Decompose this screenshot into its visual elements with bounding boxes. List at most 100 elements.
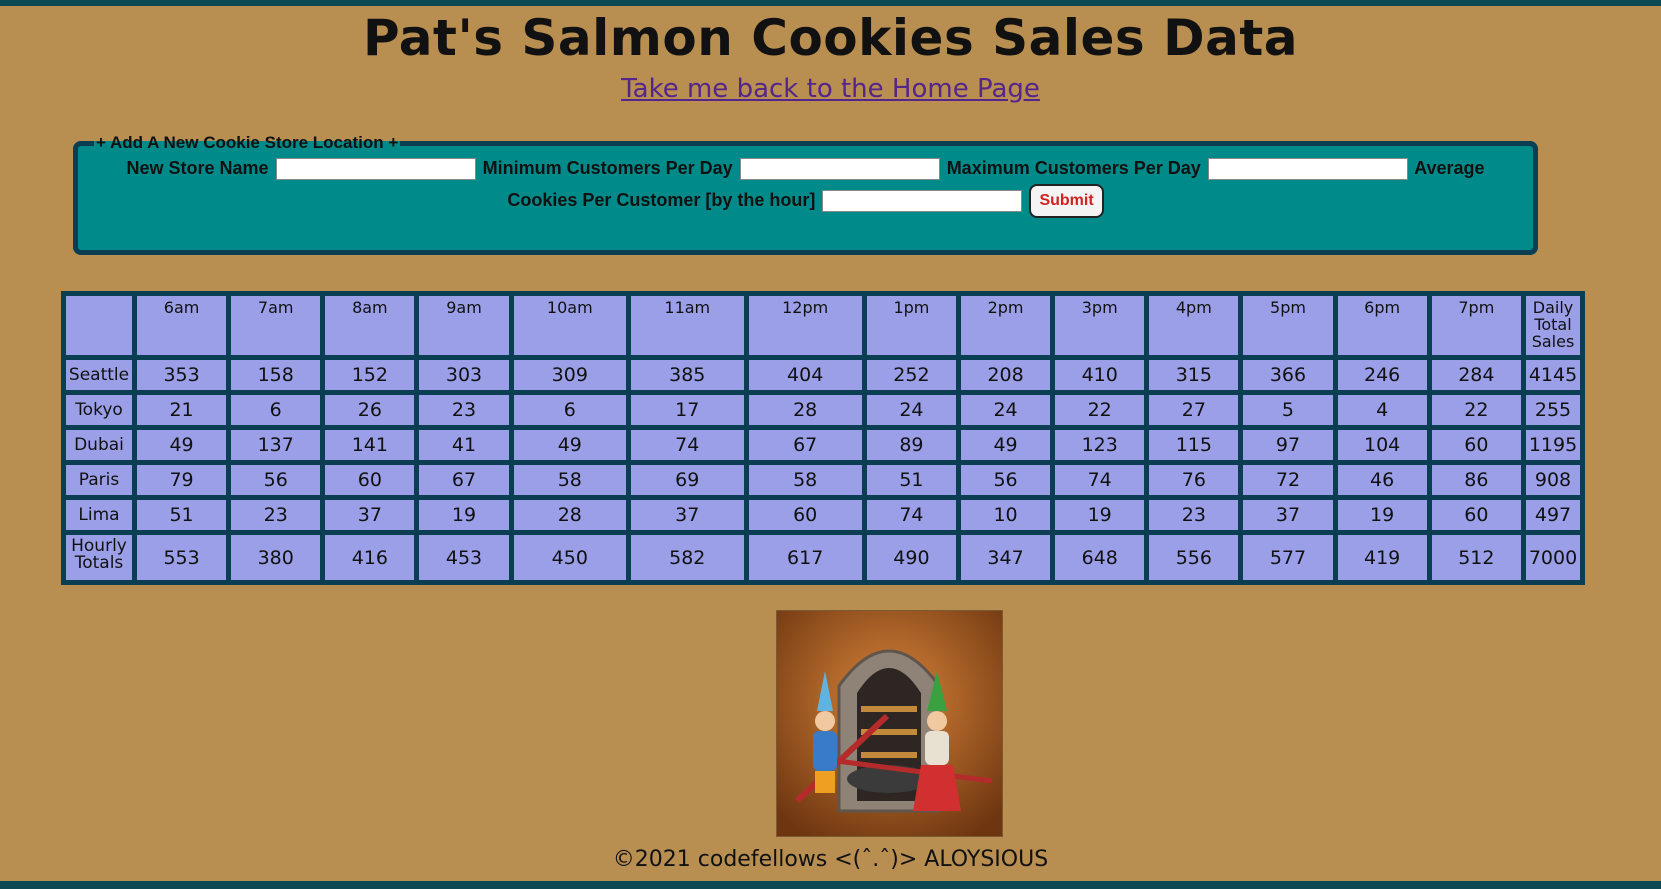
totals-label-cell: Hourly Totals <box>66 535 132 580</box>
table-body: Seattle 353 158 152 303 309 385 404 252 208 410 315… <box>66 360 1580 530</box>
page-title: Pat's Salmon Cookies Sales Data <box>363 9 1298 67</box>
home-page-link[interactable]: Take me back to the Home Page <box>0 72 1661 106</box>
data-cell: 208 <box>960 360 1051 390</box>
table-row: Tokyo 21 6 26 23 6 17 28 24 24 22 27 5 4 22 255 <box>66 395 1580 425</box>
data-cell: 79 <box>137 465 227 495</box>
data-cell: 27 <box>1149 395 1239 425</box>
data-cell: 6 <box>513 395 627 425</box>
data-cell: 22 <box>1055 395 1145 425</box>
data-cell: 246 <box>1337 360 1427 390</box>
total-cell: 556 <box>1149 535 1239 580</box>
hourly-totals-row: Hourly Totals 553 380 416 453 450 582 617 490 347… <box>66 535 1580 580</box>
data-cell: 49 <box>137 430 227 460</box>
header-cell: 9am <box>419 296 509 355</box>
total-cell: 582 <box>631 535 744 580</box>
data-cell: 19 <box>1337 500 1427 530</box>
data-cell: 1195 <box>1526 430 1580 460</box>
total-cell: 347 <box>960 535 1051 580</box>
data-cell: 74 <box>1055 465 1145 495</box>
table-row: Seattle 353 158 152 303 309 385 404 252 208 410 315… <box>66 360 1580 390</box>
submit-button[interactable]: Submit <box>1029 184 1104 218</box>
data-cell: 74 <box>866 500 956 530</box>
data-cell: 60 <box>1431 430 1521 460</box>
header-cell: 6am <box>137 296 227 355</box>
data-cell: 37 <box>325 500 415 530</box>
data-cell: 67 <box>419 465 509 495</box>
data-cell: 141 <box>325 430 415 460</box>
row-location-cell: Seattle <box>66 360 132 390</box>
data-cell: 86 <box>1431 465 1521 495</box>
data-cell: 5 <box>1243 395 1333 425</box>
header-cell: 12pm <box>748 296 862 355</box>
data-cell: 309 <box>513 360 627 390</box>
data-cell: 115 <box>1149 430 1239 460</box>
data-cell: 76 <box>1149 465 1239 495</box>
data-cell: 23 <box>1149 500 1239 530</box>
header-cell: Daily Total Sales <box>1526 296 1580 355</box>
data-cell: 385 <box>631 360 744 390</box>
sales-table: 6am 7am 8am 9am 10am 11am 12pm 1pm 2pm 3pm 4pm 5pm 6… <box>61 291 1585 585</box>
data-cell: 17 <box>631 395 744 425</box>
data-cell: 497 <box>1526 500 1580 530</box>
data-cell: 56 <box>960 465 1051 495</box>
data-cell: 28 <box>748 395 862 425</box>
form-fields: New Store Name Minimum Customers Per Day… <box>94 153 1517 218</box>
header-cell-empty <box>66 296 132 355</box>
data-cell: 303 <box>419 360 509 390</box>
avg-cookies-label-part1: Average <box>1414 158 1485 178</box>
avg-cookies-label-part2: Cookies Per Customer [by the hour] <box>507 189 816 210</box>
row-location-cell: Tokyo <box>66 395 132 425</box>
data-cell: 60 <box>1431 500 1521 530</box>
data-cell: 67 <box>748 430 862 460</box>
data-cell: 252 <box>866 360 956 390</box>
max-customers-label: Maximum Customers Per Day <box>946 158 1201 178</box>
header-cell: 11am <box>631 296 744 355</box>
data-cell: 137 <box>231 430 321 460</box>
min-customers-input[interactable] <box>739 158 940 181</box>
data-cell: 49 <box>960 430 1051 460</box>
header-cell: 7pm <box>1431 296 1521 355</box>
data-cell: 21 <box>137 395 227 425</box>
data-cell: 26 <box>325 395 415 425</box>
total-cell: 617 <box>748 535 862 580</box>
header-cell: 5pm <box>1243 296 1333 355</box>
data-cell: 74 <box>631 430 744 460</box>
total-cell: 7000 <box>1526 535 1580 580</box>
data-cell: 4145 <box>1526 360 1580 390</box>
table-row: Paris 79 56 60 67 58 69 58 51 56 74 76 72 46 86 908 <box>66 465 1580 495</box>
gnome-oven-image <box>776 610 1003 837</box>
store-name-input[interactable] <box>275 158 476 181</box>
data-cell: 72 <box>1243 465 1333 495</box>
total-cell: 450 <box>513 535 627 580</box>
data-cell: 58 <box>748 465 862 495</box>
table-row: Dubai 49 137 141 41 49 74 67 89 49 123 115 97 104 60 11… <box>66 430 1580 460</box>
data-cell: 19 <box>419 500 509 530</box>
data-cell: 23 <box>231 500 321 530</box>
header-cell: 3pm <box>1055 296 1145 355</box>
data-cell: 51 <box>866 465 956 495</box>
table-row: Lima 51 23 37 19 28 37 60 74 10 19 23 37 19 60 497 <box>66 500 1580 530</box>
data-cell: 22 <box>1431 395 1521 425</box>
max-customers-input[interactable] <box>1207 158 1408 181</box>
data-cell: 41 <box>419 430 509 460</box>
data-cell: 46 <box>1337 465 1427 495</box>
data-cell: 24 <box>960 395 1051 425</box>
data-cell: 89 <box>866 430 956 460</box>
header-cell: 7am <box>231 296 321 355</box>
data-cell: 97 <box>1243 430 1333 460</box>
data-cell: 10 <box>960 500 1051 530</box>
data-cell: 315 <box>1149 360 1239 390</box>
total-cell: 648 <box>1055 535 1145 580</box>
data-cell: 23 <box>419 395 509 425</box>
avg-cookies-input[interactable] <box>822 190 1023 212</box>
row-location-cell: Lima <box>66 500 132 530</box>
header-cell: 1pm <box>866 296 956 355</box>
data-cell: 37 <box>1243 500 1333 530</box>
header-cell: 4pm <box>1149 296 1239 355</box>
total-cell: 512 <box>1431 535 1521 580</box>
store-name-label: New Store Name <box>126 158 269 178</box>
footer: ©2021 codefellows <(ˆ.ˆ)> ALOYSIOUS <box>612 847 1049 872</box>
total-cell: 577 <box>1243 535 1333 580</box>
data-cell: 152 <box>325 360 415 390</box>
data-cell: 58 <box>513 465 627 495</box>
